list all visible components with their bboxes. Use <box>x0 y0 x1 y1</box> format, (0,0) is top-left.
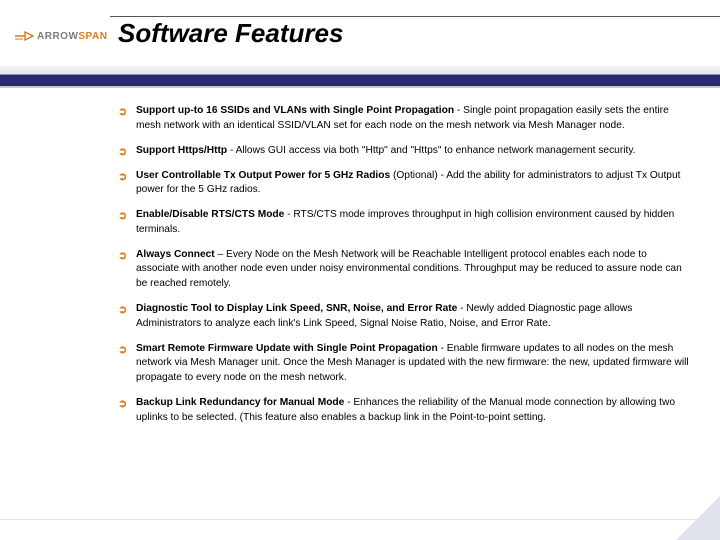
bullet-icon: ➲ <box>118 105 136 119</box>
bullet-icon: ➲ <box>118 397 136 411</box>
feature-text: Enable/Disable RTS/CTS Mode - RTS/CTS mo… <box>136 208 690 238</box>
list-item: ➲Support up-to 16 SSIDs and VLANs with S… <box>118 104 690 134</box>
bullet-icon: ➲ <box>118 303 136 317</box>
feature-list: ➲Support up-to 16 SSIDs and VLANs with S… <box>118 104 690 426</box>
footer-rule <box>0 519 720 520</box>
header: ARROWSPAN Software Features <box>0 0 720 66</box>
list-item: ➲Always Connect – Every Node on the Mesh… <box>118 248 690 292</box>
content: ➲Support up-to 16 SSIDs and VLANs with S… <box>118 104 690 436</box>
logo-part2: SPAN <box>78 31 107 42</box>
feature-text: Backup Link Redundancy for Manual Mode -… <box>136 396 690 426</box>
list-item: ➲Diagnostic Tool to Display Link Speed, … <box>118 302 690 332</box>
feature-text: Support up-to 16 SSIDs and VLANs with Si… <box>136 104 690 134</box>
accent-band <box>0 66 720 88</box>
header-rule <box>110 16 720 17</box>
slide: ARROWSPAN Software Features ➲Support up-… <box>0 0 720 540</box>
feature-text: Support Https/Http - Allows GUI access v… <box>136 144 636 159</box>
list-item: ➲Enable/Disable RTS/CTS Mode - RTS/CTS m… <box>118 208 690 238</box>
list-item: ➲Smart Remote Firmware Update with Singl… <box>118 342 690 386</box>
bullet-icon: ➲ <box>118 249 136 263</box>
bullet-icon: ➲ <box>118 343 136 357</box>
feature-text: Diagnostic Tool to Display Link Speed, S… <box>136 302 690 332</box>
logo: ARROWSPAN <box>14 30 107 42</box>
list-item: ➲User Controllable Tx Output Power for 5… <box>118 169 690 199</box>
arrow-icon <box>14 30 34 42</box>
bullet-icon: ➲ <box>118 209 136 223</box>
list-item: ➲Backup Link Redundancy for Manual Mode … <box>118 396 690 426</box>
feature-text: Smart Remote Firmware Update with Single… <box>136 342 690 386</box>
list-item: ➲Support Https/Http - Allows GUI access … <box>118 144 690 159</box>
logo-part1: ARROW <box>37 31 78 42</box>
corner-accent <box>676 496 720 540</box>
bullet-icon: ➲ <box>118 145 136 159</box>
feature-text: User Controllable Tx Output Power for 5 … <box>136 169 690 199</box>
feature-text: Always Connect – Every Node on the Mesh … <box>136 248 690 292</box>
logo-text: ARROWSPAN <box>37 31 107 42</box>
bullet-icon: ➲ <box>118 170 136 184</box>
page-title: Software Features <box>118 18 343 49</box>
